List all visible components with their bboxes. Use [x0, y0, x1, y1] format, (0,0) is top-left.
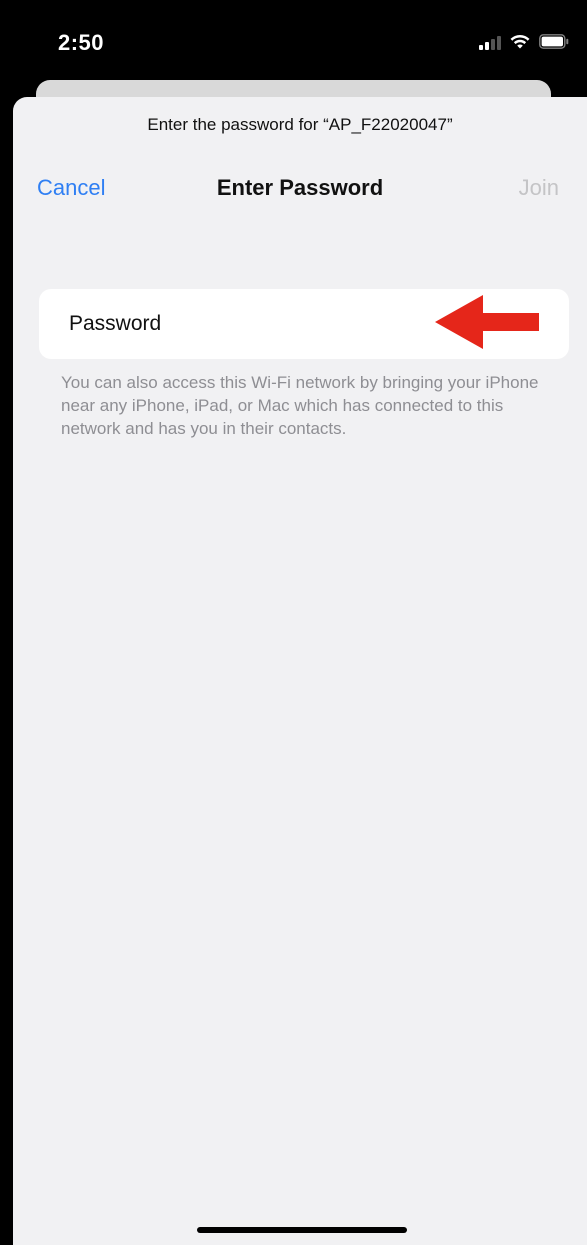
password-input[interactable]	[39, 289, 569, 359]
join-button[interactable]: Join	[519, 175, 559, 201]
enter-password-sheet: Enter the password for “AP_F22020047” En…	[13, 97, 587, 1245]
status-icons	[479, 33, 569, 50]
password-field-row[interactable]	[39, 289, 569, 359]
cellular-signal-icon	[479, 34, 501, 50]
cancel-button[interactable]: Cancel	[37, 175, 105, 201]
status-bar: 2:50	[0, 0, 587, 90]
nearby-sharing-footnote: You can also access this Wi-Fi network b…	[61, 373, 539, 438]
battery-icon	[539, 34, 569, 49]
wifi-icon	[509, 33, 531, 50]
phone-screen: 2:50 Enter the password for “AP_F2202004…	[0, 0, 587, 1245]
home-indicator[interactable]	[197, 1227, 407, 1233]
navigation-bar: Enter Password Cancel Join	[13, 175, 587, 211]
status-time: 2:50	[58, 30, 105, 55]
network-prompt: Enter the password for “AP_F22020047”	[147, 115, 453, 134]
